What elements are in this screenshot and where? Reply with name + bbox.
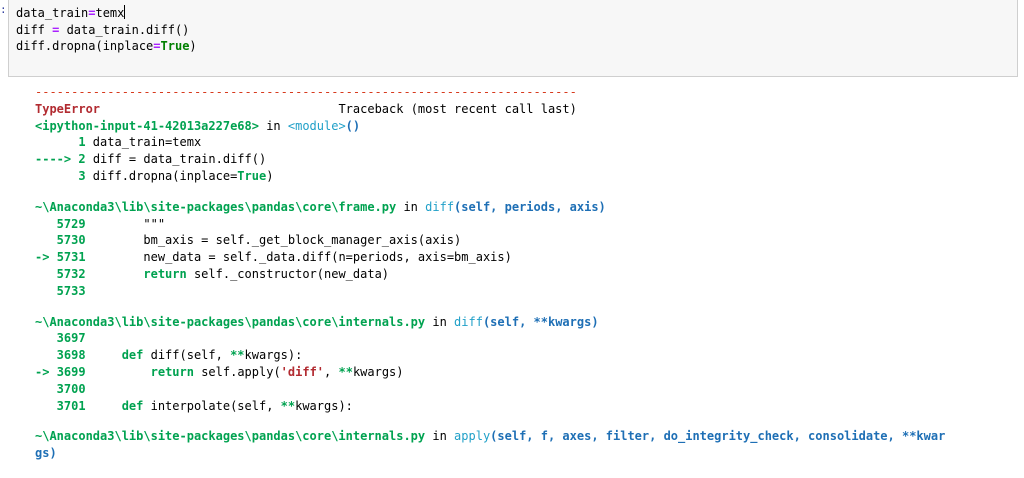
code-text: self.apply(: [193, 364, 281, 379]
line-number: 5730: [35, 233, 86, 248]
code-token: data_train.diff(): [59, 22, 190, 37]
frame-in-word: in: [425, 429, 455, 444]
frame-in-word: in: [258, 118, 288, 133]
code-keyword: return: [85, 266, 187, 281]
line-number: 2: [78, 152, 93, 167]
line-number: 3701: [35, 398, 86, 413]
code-text: diff(self,: [143, 348, 231, 363]
code-keyword: True: [160, 39, 190, 53]
line-number: 5732: [35, 266, 86, 281]
line-number: 3: [35, 168, 93, 183]
code-text: """: [85, 216, 166, 231]
code-text: new_data = self._data.diff(n=periods, ax…: [85, 250, 512, 265]
code-text: ): [266, 168, 274, 183]
code-text: diff = data_train.diff(): [92, 152, 267, 167]
frame-code-line: 3698 def diff(self, **kwargs):: [35, 347, 1020, 364]
frame-args: (self, **kwargs): [482, 314, 599, 329]
code-operator: **: [338, 364, 353, 379]
frame-code-line-current: -> 5731 new_data = self._data.diff(n=per…: [35, 249, 1020, 266]
current-line-arrow: ->: [35, 364, 57, 379]
file-path: ~\Anaconda3\lib\site-packages\pandas\cor…: [35, 429, 426, 444]
frame-code-line: 3 diff.dropna(inplace=True): [35, 168, 1020, 185]
frame-code-line: 3697: [35, 330, 1020, 347]
code-string: 'diff': [280, 364, 325, 379]
line-number: 3698: [35, 348, 86, 363]
frame-header-wrap: gs): [35, 445, 1020, 462]
traceback-header: TypeError Traceback (most recent call la…: [35, 101, 1020, 118]
file-path: ~\Anaconda3\lib\site-packages\pandas\cor…: [35, 199, 397, 214]
frame-code-line: 5733: [35, 283, 1020, 300]
code-token: data_train: [16, 6, 89, 20]
code-token: temx: [95, 6, 125, 20]
code-token: ): [189, 39, 197, 53]
code-text: data_train=temx: [92, 135, 202, 150]
code-operator: =: [153, 39, 161, 53]
code-token: diff: [16, 22, 53, 37]
code-keyword: def: [85, 348, 144, 363]
code-keyword: def: [85, 398, 144, 413]
frame-function: diff: [425, 199, 455, 214]
frame-args: (): [345, 118, 361, 133]
frame-header: ~\Anaconda3\lib\site-packages\pandas\cor…: [35, 314, 1020, 331]
frame-in-word: in: [425, 314, 455, 329]
frame-code-line-current: ----> 2 diff = data_train.diff(): [35, 151, 1020, 168]
line-number: 3700: [35, 381, 86, 396]
line-number: 5733: [35, 283, 86, 298]
frame-header: ~\Anaconda3\lib\site-packages\pandas\cor…: [35, 199, 1020, 216]
traceback-separator: ----------------------------------------…: [35, 85, 577, 99]
frame-code-line: 5730 bm_axis = self._get_block_manager_a…: [35, 232, 1020, 249]
current-line-arrow: ---->: [35, 152, 79, 167]
code-text: kwargs): [352, 364, 404, 379]
frame-args: (self, periods, axis): [454, 199, 606, 214]
frame-function: diff: [454, 314, 483, 329]
code-text: bm_axis = self._get_block_manager_axis(a…: [85, 233, 462, 248]
frame-in-word: in: [396, 199, 426, 214]
line-number: 5731: [56, 250, 86, 265]
line-number: 1: [35, 135, 93, 150]
code-text: kwargs):: [295, 398, 353, 413]
frame-code-line: 3701 def interpolate(self, **kwargs):: [35, 398, 1020, 415]
frame-function: apply: [454, 429, 491, 444]
frame-code-line: 3700: [35, 381, 1020, 398]
frame-args: (self, f, axes, filter, do_integrity_che…: [490, 429, 946, 444]
code-input-cell[interactable]: data_train=temx diff = data_train.diff()…: [8, 0, 1018, 77]
input-reference: <ipython-input-41-42013a227e68>: [35, 118, 259, 133]
current-line-arrow: ->: [35, 250, 57, 265]
frame-code-line: 1 data_train=temx: [35, 134, 1020, 151]
code-token: diff.dropna(inplace: [16, 39, 154, 53]
error-output: ----------------------------------------…: [35, 84, 1020, 462]
error-type: TypeError: [35, 101, 101, 116]
code-keyword: True: [237, 168, 267, 183]
traceback-title: Traceback (most recent call last): [100, 101, 577, 116]
frame-args: gs): [35, 446, 57, 461]
code-text: ,: [324, 364, 339, 379]
code-operator: **: [280, 398, 296, 413]
cell-prompt-marker: :: [0, 3, 7, 16]
code-text: diff.dropna(inplace=: [92, 168, 238, 183]
code-operator: **: [230, 348, 245, 363]
file-path: ~\Anaconda3\lib\site-packages\pandas\cor…: [35, 314, 426, 329]
text-cursor: [124, 5, 126, 19]
line-number: 5729: [35, 216, 86, 231]
code-text: interpolate(self,: [143, 398, 281, 413]
line-number: 3697: [35, 331, 86, 346]
code-editor[interactable]: data_train=temx diff = data_train.diff()…: [16, 5, 197, 55]
frame-header: <ipython-input-41-42013a227e68> in <modu…: [35, 118, 1020, 135]
frame-code-line: 5729 """: [35, 216, 1020, 233]
code-text: self._constructor(new_data): [186, 266, 390, 281]
frame-code-line: 5732 return self._constructor(new_data): [35, 266, 1020, 283]
frame-code-line-current: -> 3699 return self.apply('diff', **kwar…: [35, 364, 1020, 381]
frame-header: ~\Anaconda3\lib\site-packages\pandas\cor…: [35, 428, 1020, 445]
code-text: kwargs):: [244, 348, 303, 363]
frame-function: <module>: [287, 118, 346, 133]
line-number: 3699: [56, 364, 86, 379]
code-keyword: return: [85, 364, 194, 379]
